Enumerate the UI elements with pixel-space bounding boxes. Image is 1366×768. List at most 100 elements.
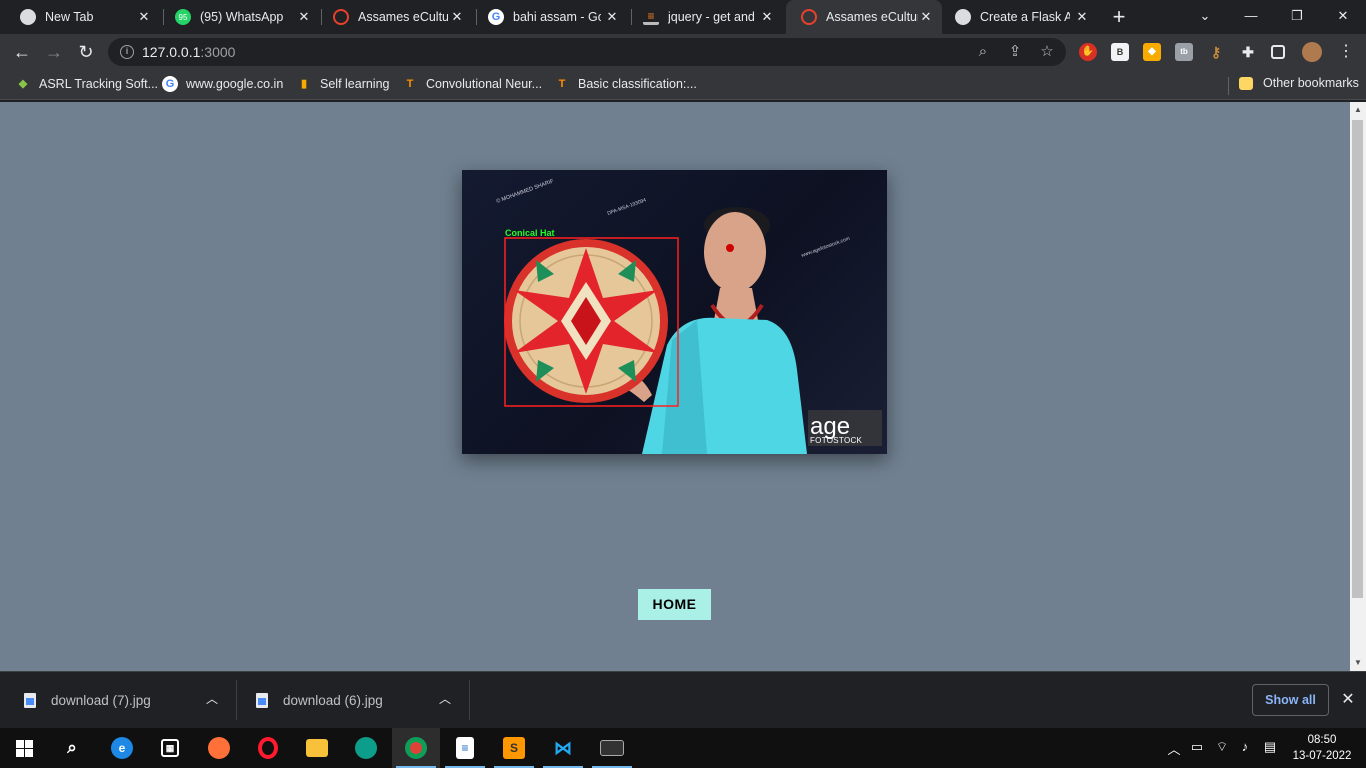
share-icon[interactable]: ⇪ (1006, 43, 1024, 61)
reload-icon[interactable]: ↻ (74, 40, 98, 64)
terminal-icon (600, 740, 624, 756)
close-icon[interactable]: ✕ (296, 9, 312, 25)
adblock-icon[interactable]: ✋ (1079, 43, 1097, 61)
side-panel-icon[interactable] (1271, 45, 1285, 59)
close-icon[interactable]: ✕ (1074, 9, 1090, 25)
show-all-button[interactable]: Show all (1252, 684, 1329, 716)
close-icon[interactable]: ✕ (918, 9, 934, 25)
volume-icon[interactable]: ♪ (1236, 739, 1254, 754)
wifi-icon[interactable]: ⌔ (1213, 739, 1231, 755)
tab-jquery-get[interactable]: ≡ jquery - get and l ✕ (623, 0, 783, 34)
taskbar-chrome[interactable] (392, 728, 440, 768)
tab-title: Create a Flask App (980, 10, 1070, 24)
tab-create-flask-app[interactable]: Create a Flask App ✕ (938, 0, 1098, 34)
taskbar-sublime[interactable]: S (490, 728, 538, 768)
opera-icon (258, 737, 278, 759)
download-item[interactable]: download (7).jpg ︿ (24, 672, 234, 728)
tab-assames-eculture[interactable]: Assames eCulture ✕ (313, 0, 473, 34)
store-icon: ▦ (161, 739, 179, 757)
search-icon: ⌕ (67, 738, 77, 757)
taskbar-file-explorer[interactable] (293, 728, 341, 768)
close-downloads-icon[interactable]: ✕ (1339, 691, 1357, 709)
windows-logo-icon (15, 739, 33, 757)
asrl-icon: ◆ (18, 78, 28, 90)
bookmark-self-learning[interactable]: ▮ Self learning (296, 76, 390, 92)
close-icon[interactable]: ✕ (449, 9, 465, 25)
show-hidden-icons[interactable]: ︿ (1165, 739, 1183, 758)
bookmark-google[interactable]: G www.google.co.in (162, 76, 283, 92)
home-button[interactable]: HOME (638, 589, 711, 620)
download-item[interactable]: download (6).jpg ︿ (256, 672, 466, 728)
tab-whatsapp[interactable]: 95 (95) WhatsApp ✕ (155, 0, 320, 34)
taskbar-vscode[interactable]: ⋈ (539, 728, 587, 768)
clock-time: 08:50 (1307, 734, 1337, 746)
other-bookmarks-label: Other bookmarks (1263, 76, 1359, 90)
scrollbar-thumb[interactable] (1352, 120, 1363, 598)
tab-search-button[interactable]: ⌄ (1182, 0, 1228, 34)
taskbar-store[interactable]: ▦ (146, 728, 194, 768)
image-file-icon (24, 692, 36, 708)
bookmark-label: Basic classification:... (578, 77, 697, 91)
close-icon[interactable]: ✕ (759, 9, 775, 25)
taskbar-edge-dev[interactable] (342, 728, 390, 768)
close-icon[interactable]: ✕ (136, 9, 152, 25)
extension-hex-icon[interactable]: ◆ (1143, 43, 1161, 61)
extensions-puzzle-icon[interactable]: ✚ (1239, 43, 1257, 61)
menu-kebab-icon[interactable]: ⋮ (1334, 40, 1358, 64)
tab-title: jquery - get and l (668, 10, 756, 24)
chevron-up-icon[interactable]: ︿ (205, 692, 219, 706)
close-icon[interactable]: ✕ (604, 9, 620, 25)
extension-lock-icon[interactable]: ⚷ (1207, 43, 1225, 61)
tab-bahi-assam-google[interactable]: G bahi assam - Google ✕ (468, 0, 628, 34)
tab-title: New Tab (45, 10, 94, 24)
restore-button[interactable]: ❐ (1274, 0, 1320, 34)
bookmark-star-icon[interactable]: ☆ (1038, 43, 1056, 61)
window-close-button[interactable]: ✕ (1320, 0, 1366, 34)
extension-tb-icon[interactable]: tb (1175, 43, 1193, 61)
bookmark-label: www.google.co.in (186, 77, 284, 91)
flask-icon (955, 9, 971, 25)
avatar[interactable] (1302, 42, 1322, 62)
bookmark-basic-classification[interactable]: T Basic classification:... (554, 76, 697, 92)
scroll-down-icon[interactable]: ▼ (1350, 655, 1366, 671)
bookmark-asrl[interactable]: ◆ ASRL Tracking Soft... (15, 76, 158, 92)
watermark-code: DPA-MSA-193094 (607, 197, 648, 217)
detection-label: Conical Hat (505, 228, 555, 238)
agefotostock-logo-sub: FOTOSTOCK (810, 436, 863, 445)
taskbar-firefox[interactable] (195, 728, 243, 768)
face (704, 212, 766, 292)
bookmark-cnn[interactable]: T Convolutional Neur... (402, 76, 542, 92)
tab-assames-eculture-active[interactable]: Assames eCulture ✕ (786, 0, 942, 34)
tab-new-tab[interactable]: New Tab ✕ (0, 0, 160, 34)
watermark-site: www.agefotostock.com (801, 236, 851, 259)
detection-result-image: Conical Hat © MOHAMMED SHARIF DPA-MSA-19… (462, 170, 887, 454)
extension-b-icon[interactable]: B (1111, 43, 1129, 61)
new-tab-button[interactable]: + (1108, 6, 1130, 28)
taskbar-search[interactable]: ⌕ (48, 728, 96, 768)
google-icon: G (488, 9, 504, 25)
tensorflow-icon: T (558, 78, 566, 90)
other-bookmarks[interactable]: Other bookmarks (1239, 76, 1359, 90)
tab-title: (95) WhatsApp (200, 10, 284, 24)
site-info-icon[interactable]: i (120, 45, 134, 59)
start-button[interactable] (0, 728, 48, 768)
taskbar-edge[interactable]: e (98, 728, 146, 768)
minimize-button[interactable]: — (1228, 0, 1274, 34)
page-scrollbar[interactable]: ▲ ▼ (1350, 102, 1366, 671)
address-bar[interactable]: i 127.0.0.1:3000 ⌕ ⇪ ☆ (108, 38, 1066, 66)
taskbar-opera[interactable] (244, 728, 292, 768)
watermark-credit: © MOHAMMED SHARIF (495, 177, 555, 205)
taskbar-terminal[interactable] (588, 728, 636, 768)
scroll-up-icon[interactable]: ▲ (1350, 102, 1366, 118)
taskbar-writer[interactable]: ≡ (441, 728, 489, 768)
zoom-icon[interactable]: ⌕ (974, 43, 992, 61)
system-clock[interactable]: 08:50 13-07-2022 (1288, 732, 1356, 764)
battery-icon[interactable]: ▭ (1188, 739, 1206, 755)
notification-icon[interactable]: ▤ (1261, 739, 1279, 755)
url-text[interactable]: 127.0.0.1:3000 (142, 44, 235, 60)
chevron-up-icon[interactable]: ︿ (438, 692, 452, 706)
back-icon[interactable]: ← (10, 40, 34, 64)
forward-icon[interactable]: → (42, 40, 66, 64)
libreoffice-writer-icon: ≡ (456, 737, 474, 759)
bookmarks-divider (1228, 77, 1229, 95)
